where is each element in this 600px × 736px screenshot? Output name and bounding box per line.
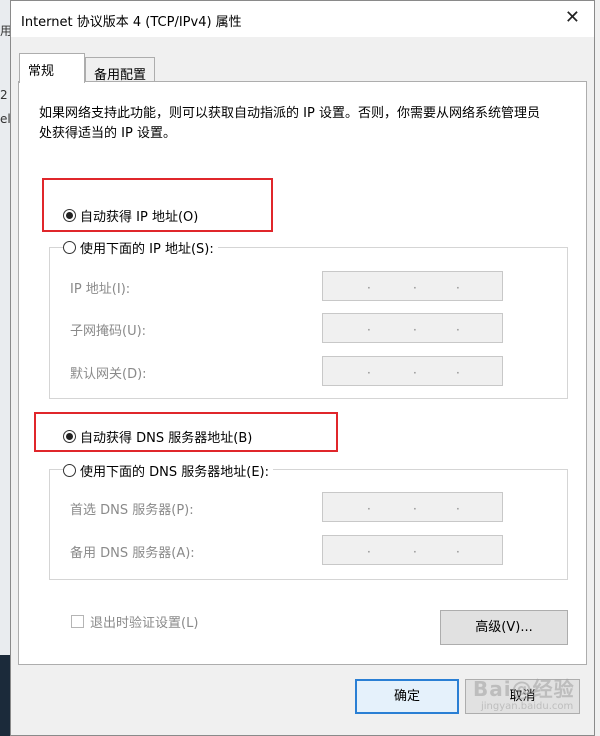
background-text: 2: [0, 88, 8, 102]
ipv4-properties-dialog: Internet 协议版本 4 (TCP/IPv4) 属性 ✕ 常规 备用配置 …: [10, 0, 595, 736]
validate-on-exit-checkbox[interactable]: 退出时验证设置(L): [71, 612, 198, 631]
ip-address-field[interactable]: · · ·: [322, 271, 503, 301]
advanced-button[interactable]: 高级(V)...: [440, 610, 568, 645]
general-tab-panel: 如果网络支持此功能，则可以获取自动指派的 IP 设置。否则，你需要从网络系统管理…: [18, 81, 587, 665]
subnet-mask-field[interactable]: · · ·: [322, 313, 503, 343]
checkbox-icon: [71, 615, 84, 628]
manual-dns-label: 使用下面的 DNS 服务器地址(E):: [80, 465, 269, 480]
description-text: 如果网络支持此功能，则可以获取自动指派的 IP 设置。否则，你需要从网络系统管理…: [39, 106, 540, 141]
auto-ip-label: 自动获得 IP 地址(O): [80, 210, 199, 225]
radio-unchecked-icon: [63, 464, 76, 477]
alternate-dns-field[interactable]: · · ·: [322, 535, 503, 565]
ip-address-label: IP 地址(I):: [70, 282, 131, 297]
manual-ip-radio[interactable]: 使用下面的 IP 地址(S):: [63, 238, 218, 257]
auto-dns-label: 自动获得 DNS 服务器地址(B): [80, 431, 253, 446]
radio-unchecked-icon: [63, 241, 76, 254]
tab-general[interactable]: 常规: [19, 53, 85, 83]
title-bar: Internet 协议版本 4 (TCP/IPv4) 属性 ✕: [11, 1, 594, 37]
preferred-dns-label: 首选 DNS 服务器(P):: [70, 503, 194, 518]
ok-button[interactable]: 确定: [355, 679, 459, 714]
auto-ip-radio[interactable]: 自动获得 IP 地址(O): [63, 206, 198, 225]
default-gateway-label: 默认网关(D):: [70, 367, 147, 382]
tab-alternate-config[interactable]: 备用配置: [85, 57, 155, 83]
alternate-dns-label: 备用 DNS 服务器(A):: [70, 546, 195, 561]
default-gateway-field[interactable]: · · ·: [322, 356, 503, 386]
manual-ip-label: 使用下面的 IP 地址(S):: [80, 242, 214, 257]
close-icon[interactable]: ✕: [565, 7, 580, 29]
radio-checked-icon: [63, 209, 76, 222]
auto-dns-radio[interactable]: 自动获得 DNS 服务器地址(B): [63, 427, 252, 446]
preferred-dns-field[interactable]: · · ·: [322, 492, 503, 522]
manual-dns-radio[interactable]: 使用下面的 DNS 服务器地址(E):: [63, 461, 273, 480]
validate-on-exit-label: 退出时验证设置(L): [90, 616, 199, 631]
cancel-button[interactable]: 取消: [465, 679, 580, 714]
radio-checked-icon: [63, 430, 76, 443]
subnet-mask-label: 子网掩码(U):: [70, 324, 147, 339]
window-title: Internet 协议版本 4 (TCP/IPv4) 属性: [21, 15, 242, 30]
